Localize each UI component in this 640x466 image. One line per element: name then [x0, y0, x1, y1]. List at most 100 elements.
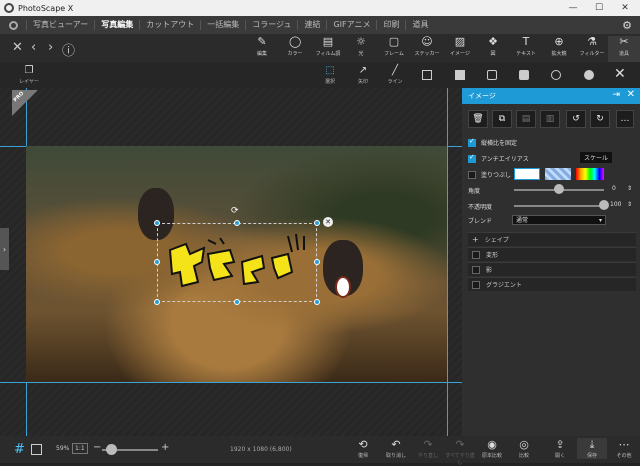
undo-button[interactable]: ↶ 取り消し	[381, 438, 411, 459]
maximize-button[interactable]: ☐	[586, 0, 612, 16]
rect-filled-icon[interactable]	[455, 70, 465, 80]
tab-print[interactable]: 印刷	[376, 20, 405, 30]
opacity-stepper-icon[interactable]: ⇕	[627, 201, 632, 208]
tab-tools[interactable]: 道具	[405, 20, 434, 30]
layer-button[interactable]: ❐ レイヤー	[16, 65, 42, 85]
duplicate-icon[interactable]: ⧉	[492, 110, 512, 128]
tab-photo-edit[interactable]: 写真編集	[94, 20, 139, 30]
tab-combine[interactable]: 連結	[297, 20, 326, 30]
resize-handle[interactable]	[314, 259, 320, 265]
pin-icon[interactable]: ⇥	[612, 90, 620, 100]
zoom-actual-button[interactable]: 1:1	[72, 443, 88, 454]
delete-object-icon[interactable]: ✕	[323, 217, 333, 227]
revert-button[interactable]: ⟲ 復帰	[348, 438, 378, 459]
expand-left-panel-icon[interactable]: ›	[0, 228, 9, 270]
scale-button[interactable]: スケール	[580, 152, 613, 163]
section-shape[interactable]: + シェイプ	[468, 232, 636, 246]
more-button[interactable]: ⋯ その他	[609, 438, 639, 459]
rotate-handle-icon[interactable]: ⟳	[231, 206, 239, 216]
open-button[interactable]: ⇪ 開く	[545, 438, 575, 459]
zoom-in-button[interactable]: +	[161, 442, 169, 453]
antialias-row[interactable]: アンチエイリアス	[468, 153, 529, 163]
close-window-button[interactable]: ✕	[612, 0, 638, 16]
close-subtool-icon[interactable]: ✕	[614, 66, 626, 82]
rounded-rect-outline-icon[interactable]	[487, 70, 497, 80]
redo-button[interactable]: ↷ やり直し	[413, 438, 443, 459]
prev-arrow-icon[interactable]: ‹	[31, 40, 36, 55]
compare-button[interactable]: ◎ 比較	[509, 438, 539, 459]
rotate-right-icon[interactable]: ↻	[590, 110, 610, 128]
tool-edit-button[interactable]: ✎ 編集	[246, 36, 278, 62]
opacity-slider[interactable]	[514, 205, 604, 207]
circle-filled-icon[interactable]	[584, 70, 594, 80]
gradient-checkbox[interactable]	[472, 280, 480, 289]
fill-gradient-swatch[interactable]	[576, 168, 604, 180]
app-logo-icon[interactable]	[0, 16, 26, 34]
opacity-slider-knob[interactable]	[599, 200, 609, 210]
select-tool-button[interactable]: ⬚ 選択	[318, 65, 342, 85]
tool-film-button[interactable]: ▤ フィルム調	[312, 36, 344, 62]
tab-gif[interactable]: GIFアニメ	[326, 20, 376, 30]
tool-color-button[interactable]: ◯ カラー	[279, 36, 311, 62]
fill-row[interactable]: 塗りつぶし	[468, 170, 511, 179]
grid-icon[interactable]: #	[14, 442, 25, 457]
tool-tools-button[interactable]: ✂ 道具	[608, 36, 640, 62]
tool-light-button[interactable]: ☼ 光	[345, 36, 377, 62]
shadow-checkbox[interactable]	[472, 265, 480, 274]
rounded-rect-filled-icon[interactable]	[519, 70, 529, 80]
close-panel-icon[interactable]: ✕	[627, 89, 635, 100]
fill-pattern-swatch[interactable]	[545, 168, 571, 180]
arrow-tool-button[interactable]: ↗ 矢印	[351, 65, 375, 85]
next-arrow-icon[interactable]: ›	[48, 40, 53, 55]
angle-slider-knob[interactable]	[554, 184, 564, 194]
tool-filter-button[interactable]: ⚗ フィルター	[576, 36, 608, 62]
fit-icon[interactable]	[31, 444, 42, 455]
tool-figure-button[interactable]: ❖ 図	[477, 36, 509, 62]
info-icon[interactable]: ⓘ	[62, 40, 75, 59]
circle-outline-icon[interactable]	[551, 70, 561, 80]
send-back-icon[interactable]: ▥	[540, 110, 560, 128]
tool-text-button[interactable]: T テキスト	[510, 36, 542, 62]
rotate-left-icon[interactable]: ↺	[566, 110, 586, 128]
save-button[interactable]: ⤓ 保存	[577, 438, 607, 459]
section-transform[interactable]: 変形	[468, 247, 636, 261]
antialias-checkbox[interactable]	[468, 153, 476, 163]
resize-handle[interactable]	[234, 299, 240, 305]
tab-batch[interactable]: 一括編集	[200, 20, 245, 30]
close-icon[interactable]: ✕	[12, 40, 23, 55]
fill-color-swatch[interactable]	[514, 168, 540, 180]
tab-cutout[interactable]: カットアウト	[139, 20, 200, 30]
resize-handle[interactable]	[314, 220, 320, 226]
transform-checkbox[interactable]	[472, 250, 480, 259]
angle-stepper-icon[interactable]: ⇕	[627, 185, 632, 192]
rect-outline-icon[interactable]	[422, 70, 432, 80]
tab-collage[interactable]: コラージュ	[245, 20, 297, 30]
resize-handle[interactable]	[154, 259, 160, 265]
selection-box[interactable]	[157, 223, 317, 302]
settings-gear-icon[interactable]: ⚙	[622, 19, 632, 32]
section-gradient[interactable]: グラジエント	[468, 277, 636, 291]
redo-all-button[interactable]: ↷ すべてやり直し	[445, 438, 475, 466]
minimize-button[interactable]: —	[560, 0, 586, 16]
tool-sticker-button[interactable]: ☺ ステッカー	[411, 36, 443, 62]
trash-icon[interactable]: 🗑	[468, 110, 488, 128]
blend-select[interactable]: 通常 ▾	[512, 215, 606, 225]
keep-ratio-checkbox[interactable]	[468, 137, 476, 147]
tab-photo-viewer[interactable]: 写真ビューアー	[26, 20, 94, 30]
bring-front-icon[interactable]: ▤	[516, 110, 536, 128]
tool-frame-button[interactable]: ▢ フレーム	[378, 36, 410, 62]
resize-handle[interactable]	[314, 299, 320, 305]
resize-handle[interactable]	[234, 220, 240, 226]
tool-image-button[interactable]: ▨ イメージ	[444, 36, 476, 62]
resize-handle[interactable]	[154, 220, 160, 226]
tool-magnifier-button[interactable]: ⊕ 拡大鏡	[543, 36, 575, 62]
compare-original-button[interactable]: ◉ 原本比較	[477, 438, 507, 459]
section-shadow[interactable]: 影	[468, 262, 636, 276]
zoom-out-button[interactable]: −	[93, 442, 101, 453]
fill-checkbox[interactable]	[468, 170, 476, 179]
angle-value[interactable]: 0	[612, 185, 616, 192]
keep-ratio-row[interactable]: 縦横比を固定	[468, 137, 517, 147]
line-tool-button[interactable]: ╱ ライン	[383, 65, 407, 85]
opacity-value[interactable]: 100	[610, 201, 621, 208]
zoom-slider-knob[interactable]	[106, 444, 117, 455]
